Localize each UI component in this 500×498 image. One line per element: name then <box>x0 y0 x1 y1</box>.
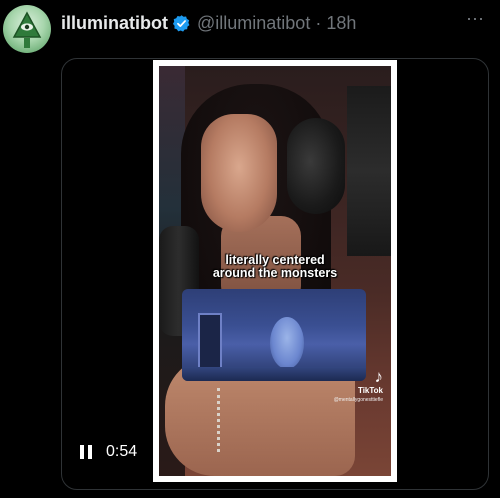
pause-icon[interactable] <box>80 445 92 459</box>
video-frame: literally centered around the monsters ♪… <box>153 60 397 482</box>
tiktok-watermark: ♪ TikTok @mentallygonesttiefle <box>334 368 383 404</box>
video-content[interactable]: literally centered around the monsters ♪… <box>159 66 391 476</box>
caption-line: around the monsters <box>212 266 338 280</box>
handle[interactable]: @illuminatibot <box>197 13 310 34</box>
tiktok-username: @mentallygonesttiefle <box>333 397 383 403</box>
display-name[interactable]: illuminatibot <box>61 13 168 34</box>
person-face <box>201 114 277 232</box>
separator-dot: · <box>315 12 322 33</box>
verified-badge-icon[interactable] <box>172 14 191 33</box>
tiktok-brand: TikTok <box>357 386 383 395</box>
inset-door <box>198 313 222 373</box>
tiktok-logo-icon: ♪ <box>374 367 384 386</box>
illuminati-eye-pyramid-icon <box>12 11 42 48</box>
timestamp[interactable]: 18h <box>326 13 356 34</box>
playback-controls: 0:54 <box>80 443 137 461</box>
video-player[interactable]: literally centered around the monsters ♪… <box>61 58 489 490</box>
avatar[interactable] <box>3 5 51 53</box>
more-options-icon[interactable]: ⋯ <box>466 10 485 28</box>
tweet-header: illuminatibot @illuminatibot · 18h <box>61 12 356 34</box>
bracelet <box>217 388 230 452</box>
inset-monster <box>270 317 304 369</box>
tweet: illuminatibot @illuminatibot · 18h ⋯ lit… <box>0 0 500 498</box>
elapsed-time: 0:54 <box>106 443 138 460</box>
video-caption: literally centered around the monsters <box>159 254 391 280</box>
background-decor <box>347 86 391 256</box>
headphones <box>287 118 345 214</box>
